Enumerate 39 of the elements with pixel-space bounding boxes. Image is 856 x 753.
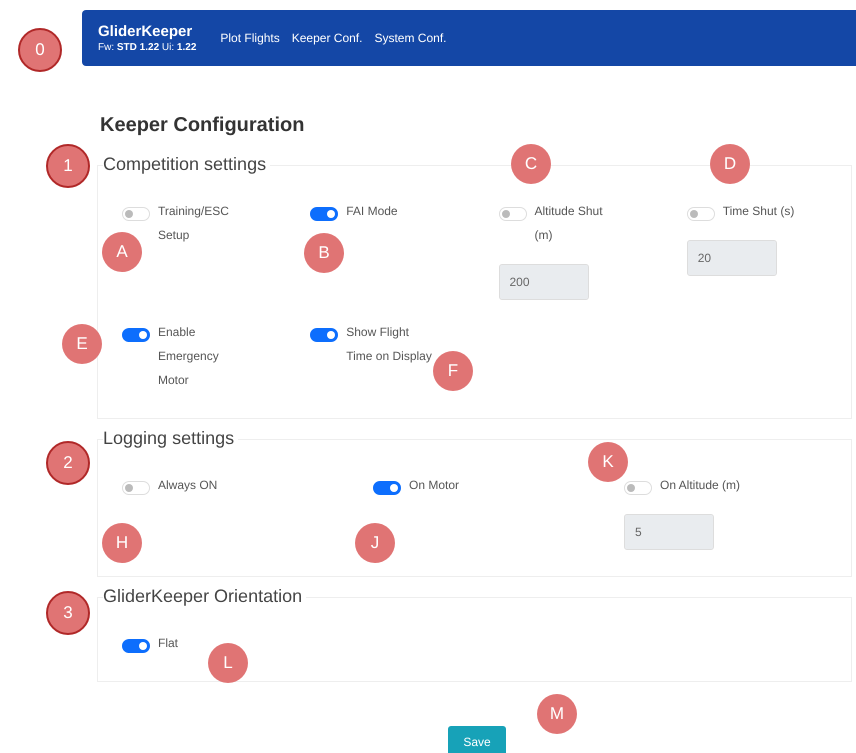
callout-marker: 1 xyxy=(46,144,90,188)
callout-marker: J xyxy=(355,523,395,563)
section-title: Competition settings xyxy=(103,154,270,175)
callout-marker: D xyxy=(710,144,750,184)
toggle-switch[interactable] xyxy=(122,328,150,342)
nav-link[interactable]: Plot Flights xyxy=(220,31,280,45)
callout-marker: 2 xyxy=(46,441,90,485)
page-heading: Keeper Configuration xyxy=(100,113,306,138)
callout-marker: M xyxy=(537,694,577,734)
nav-link[interactable]: Keeper Conf. xyxy=(292,31,362,45)
toggle-switch[interactable] xyxy=(122,639,150,653)
toggle-label: Time Shut (s) xyxy=(722,203,796,220)
toggle-switch[interactable] xyxy=(373,481,401,495)
callout-marker: 3 xyxy=(46,591,90,635)
toggle-label: On Motor xyxy=(409,477,460,494)
nav-link[interactable]: System Conf. xyxy=(374,31,446,45)
toggle-switch[interactable] xyxy=(310,207,338,221)
toggle-label: FAI Mode xyxy=(346,203,399,220)
version-text: Fw: STD 1.22 Ui: 1.22 xyxy=(98,42,196,53)
toggle-label: Altitude Shut (m) xyxy=(534,203,604,244)
callout-marker: A xyxy=(102,232,142,272)
callout-marker: L xyxy=(208,643,248,683)
callout-marker: 0 xyxy=(18,28,62,72)
callout-marker: E xyxy=(62,324,102,364)
toggle-label: Training/ESC Setup xyxy=(158,203,230,244)
toggle-label: Flat xyxy=(158,635,178,652)
toggle-label: Show Flight Time on Display xyxy=(346,324,432,365)
callout-marker: C xyxy=(511,144,551,184)
callout-marker: B xyxy=(304,233,344,273)
toggle-switch[interactable] xyxy=(310,328,338,342)
toggle-label: On Altitude (m) xyxy=(660,477,740,494)
callout-marker: F xyxy=(433,351,473,391)
brand-name[interactable]: GliderKeeper xyxy=(98,23,196,40)
callout-marker: K xyxy=(588,442,628,482)
toggle-label: Always ON xyxy=(158,477,218,494)
callout-marker: H xyxy=(102,523,142,563)
section-title: GliderKeeper Orientation xyxy=(103,586,306,607)
section-title: Logging settings xyxy=(103,428,238,449)
toggle-label: Enable Emergency Motor xyxy=(158,324,220,389)
